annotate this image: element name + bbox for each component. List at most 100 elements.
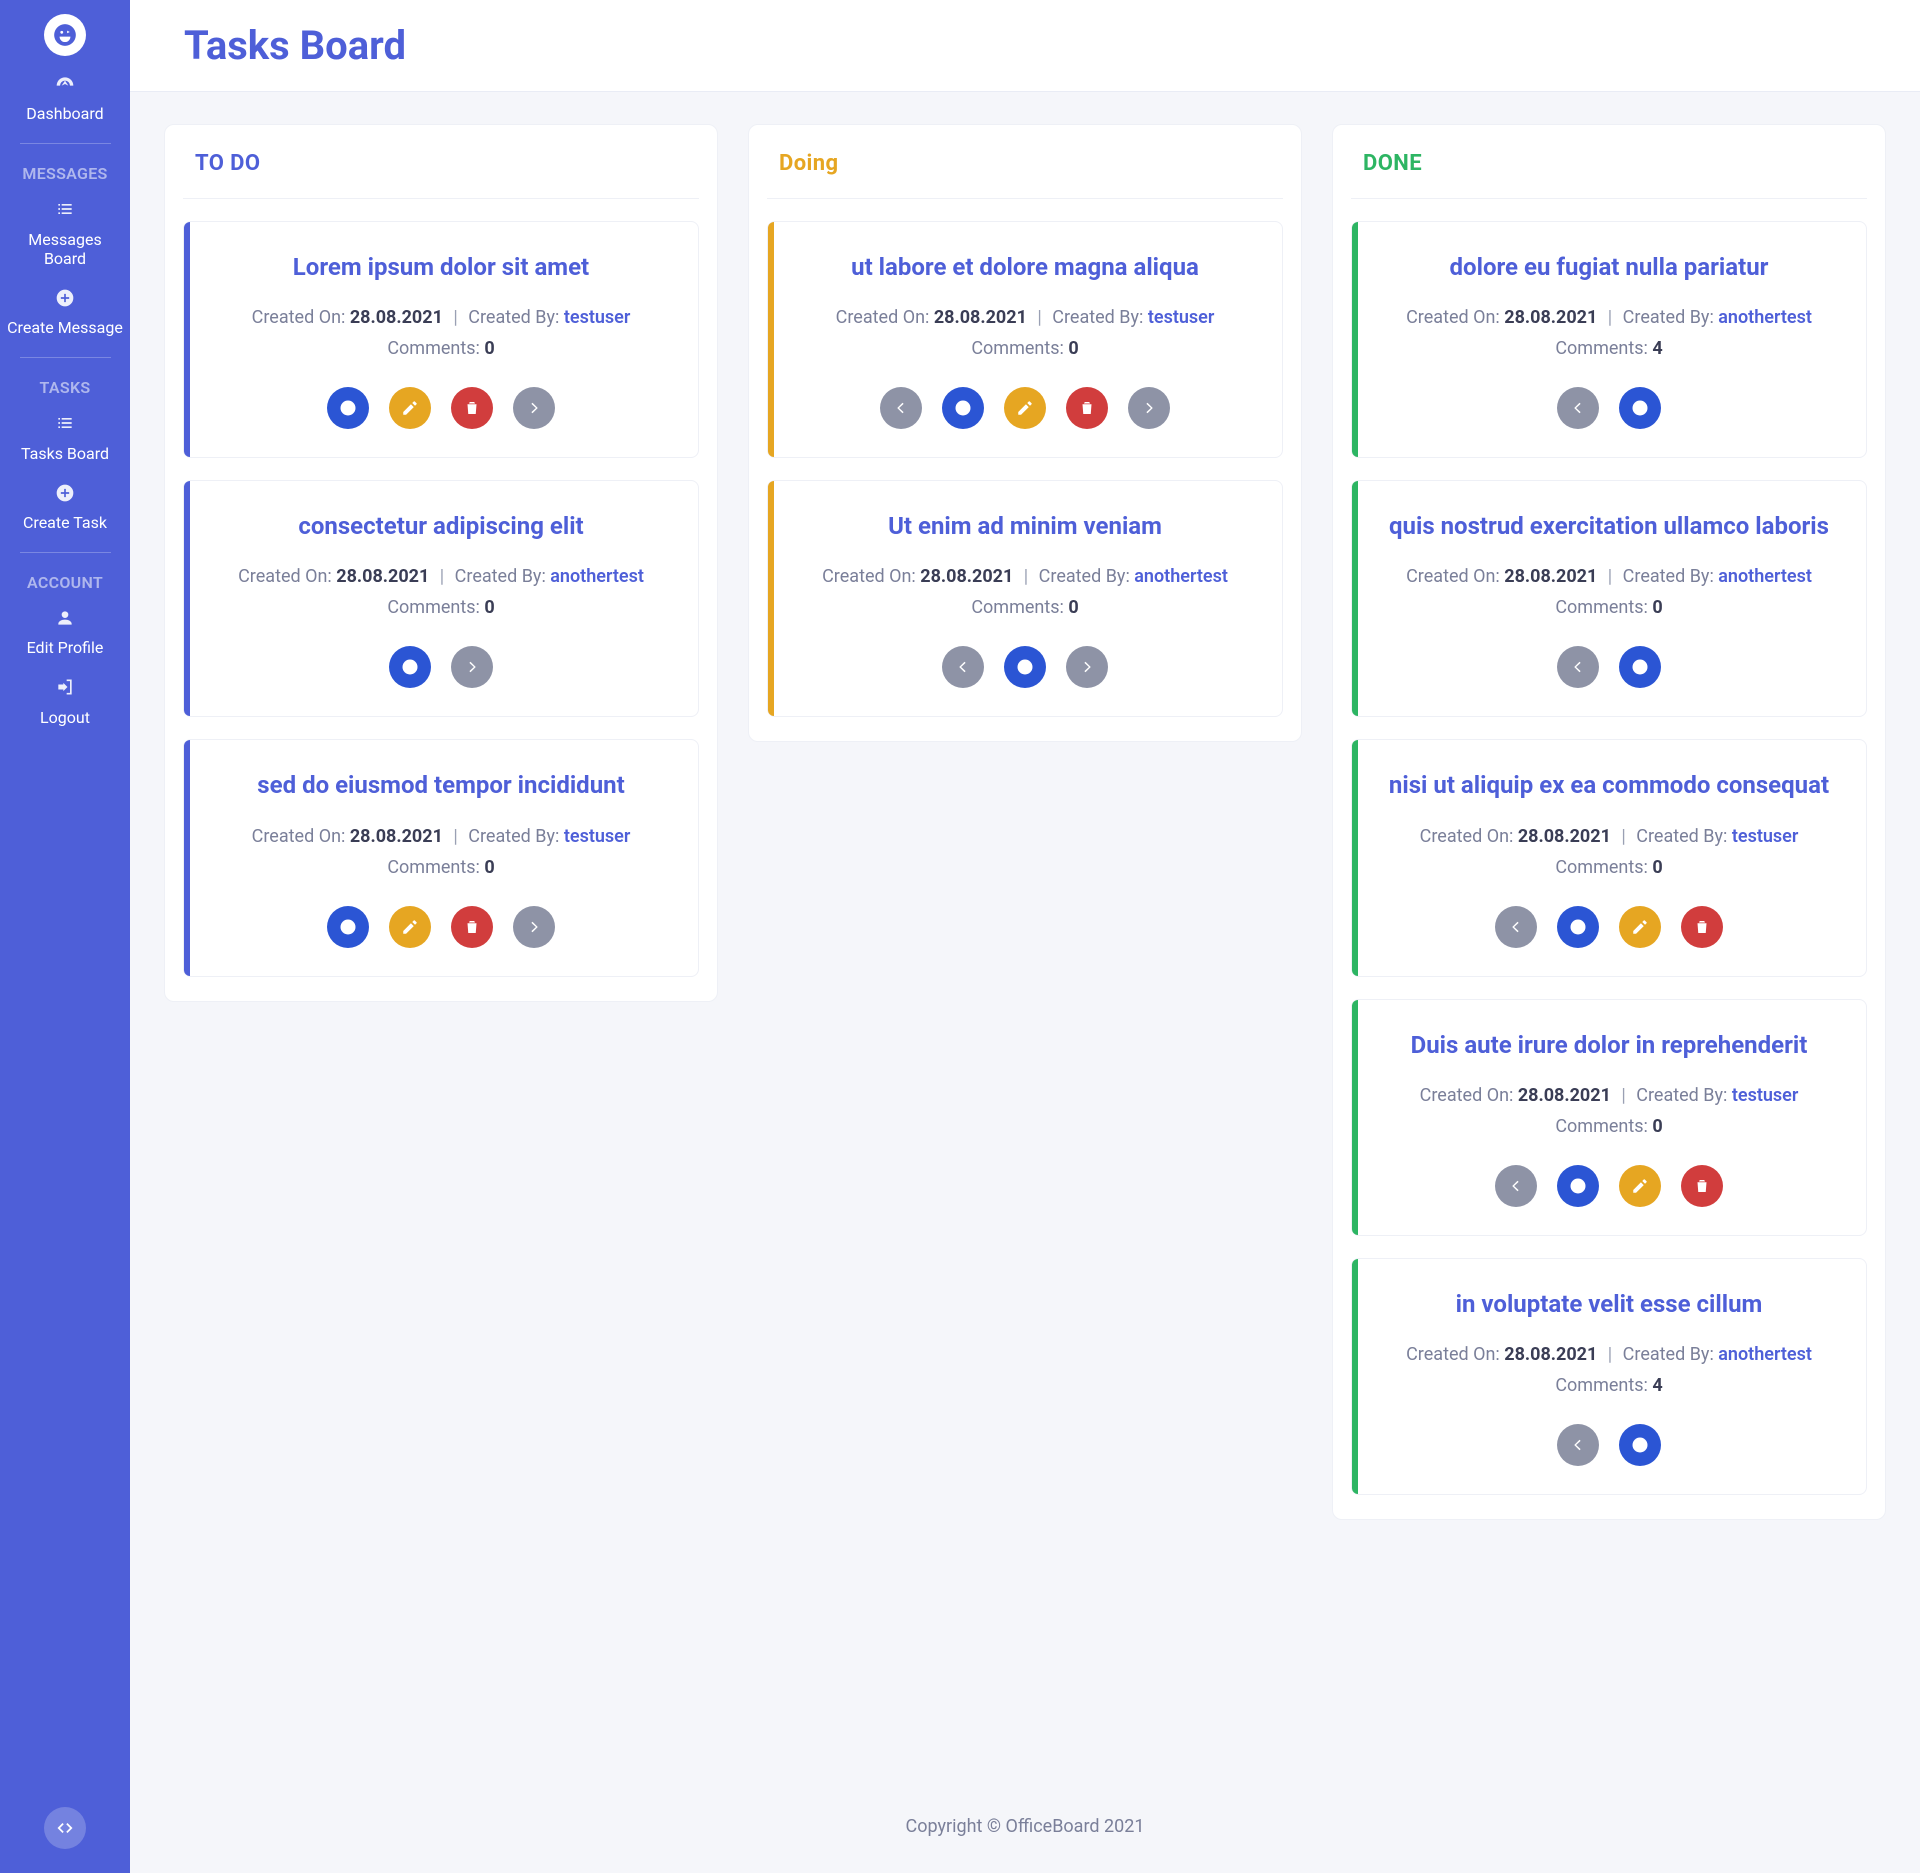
delete-button[interactable] <box>451 387 493 429</box>
trash-icon <box>1693 918 1711 936</box>
right-icon <box>525 918 543 936</box>
task-title[interactable]: nisi ut aliquip ex ea commodo consequat <box>1380 770 1838 801</box>
sidebar-section-tasks: TASKS <box>40 378 91 397</box>
created-on-label: Created On: <box>1420 826 1518 847</box>
sidebar-item-label: Logout <box>40 708 90 727</box>
task-meta: Created On: 28.08.2021 | Created By: ano… <box>212 566 670 587</box>
edit-icon <box>1016 399 1034 417</box>
info-button[interactable] <box>327 906 369 948</box>
sidebar-item-create-task[interactable]: Create Task <box>0 475 130 544</box>
move-prev-button[interactable] <box>1557 1424 1599 1466</box>
move-prev-button[interactable] <box>1495 1165 1537 1207</box>
task-title[interactable]: dolore eu fugiat nulla pariatur <box>1380 252 1838 283</box>
move-prev-button[interactable] <box>942 646 984 688</box>
comments-label: Comments: <box>971 338 1068 359</box>
info-button[interactable] <box>1619 387 1661 429</box>
task-title[interactable]: Ut enim ad minim veniam <box>796 511 1254 542</box>
info-button[interactable] <box>1557 1165 1599 1207</box>
task-comments: Comments: 0 <box>1380 597 1838 618</box>
info-button[interactable] <box>389 646 431 688</box>
right-icon <box>1078 658 1096 676</box>
edit-button[interactable] <box>1004 387 1046 429</box>
info-button[interactable] <box>1619 646 1661 688</box>
sidebar-section-account: ACCOUNT <box>27 573 103 592</box>
edit-icon <box>401 918 419 936</box>
task-date: 28.08.2021 <box>1504 1344 1597 1365</box>
task-title[interactable]: in voluptate velit esse cillum <box>1380 1289 1838 1320</box>
delete-button[interactable] <box>1681 906 1723 948</box>
task-user[interactable]: testuser <box>1732 1085 1799 1106</box>
task-comments: Comments: 0 <box>796 338 1254 359</box>
delete-button[interactable] <box>451 906 493 948</box>
info-icon <box>1631 1436 1649 1454</box>
task-meta: Created On: 28.08.2021 | Created By: tes… <box>796 307 1254 328</box>
task-title[interactable]: Lorem ipsum dolor sit amet <box>212 252 670 283</box>
task-user[interactable]: anothertest <box>1718 566 1812 587</box>
move-next-button[interactable] <box>451 646 493 688</box>
task-comments: Comments: 0 <box>212 338 670 359</box>
task-user[interactable]: anothertest <box>1134 566 1228 587</box>
task-date: 28.08.2021 <box>1504 566 1597 587</box>
edit-button[interactable] <box>1619 1165 1661 1207</box>
info-icon <box>1016 658 1034 676</box>
left-icon <box>892 399 910 417</box>
move-next-button[interactable] <box>513 906 555 948</box>
created-by-label: Created By: <box>1623 566 1719 587</box>
sidebar-item-logout[interactable]: Logout <box>0 669 130 738</box>
task-user[interactable]: testuser <box>1732 826 1799 847</box>
info-button[interactable] <box>1557 906 1599 948</box>
edit-button[interactable] <box>389 906 431 948</box>
task-title[interactable]: ut labore et dolore magna aliqua <box>796 252 1254 283</box>
footer: Copyright © OfficeBoard 2021 <box>130 1788 1920 1873</box>
sidebar-toggle-button[interactable] <box>44 1807 86 1849</box>
task-user[interactable]: testuser <box>564 307 631 328</box>
task-user[interactable]: anothertest <box>1718 1344 1812 1365</box>
info-button[interactable] <box>327 387 369 429</box>
task-user[interactable]: testuser <box>564 826 631 847</box>
trash-icon <box>463 399 481 417</box>
task-card: consectetur adipiscing elit Created On: … <box>183 480 699 717</box>
task-date: 28.08.2021 <box>934 307 1027 328</box>
task-title[interactable]: sed do eiusmod tempor incididunt <box>212 770 670 801</box>
info-button[interactable] <box>1004 646 1046 688</box>
move-next-button[interactable] <box>1066 646 1108 688</box>
task-user[interactable]: testuser <box>1148 307 1215 328</box>
info-button[interactable] <box>1619 1424 1661 1466</box>
info-button[interactable] <box>942 387 984 429</box>
sidebar-item-label: Edit Profile <box>27 638 104 657</box>
task-title[interactable]: Duis aute irure dolor in reprehenderit <box>1380 1030 1838 1061</box>
meta-separator: | <box>1602 1344 1618 1365</box>
task-card: quis nostrud exercitation ullamco labori… <box>1351 480 1867 717</box>
task-card: Ut enim ad minim veniam Created On: 28.0… <box>767 480 1283 717</box>
move-prev-button[interactable] <box>1557 646 1599 688</box>
edit-button[interactable] <box>1619 906 1661 948</box>
meta-separator: | <box>447 307 463 328</box>
comments-label: Comments: <box>387 857 484 878</box>
sidebar-item-tasks-board[interactable]: Tasks Board <box>0 405 130 474</box>
info-icon <box>1631 399 1649 417</box>
task-user[interactable]: anothertest <box>550 566 644 587</box>
info-icon <box>954 399 972 417</box>
move-prev-button[interactable] <box>880 387 922 429</box>
task-title[interactable]: consectetur adipiscing elit <box>212 511 670 542</box>
columns: TO DO Lorem ipsum dolor sit amet Created… <box>164 124 1886 1520</box>
delete-button[interactable] <box>1066 387 1108 429</box>
comments-count: 0 <box>484 857 494 878</box>
move-next-button[interactable] <box>513 387 555 429</box>
sidebar-item-dashboard[interactable]: Dashboard <box>0 66 130 135</box>
created-by-label: Created By: <box>1052 307 1148 328</box>
task-user[interactable]: anothertest <box>1718 307 1812 328</box>
move-prev-button[interactable] <box>1557 387 1599 429</box>
move-prev-button[interactable] <box>1495 906 1537 948</box>
task-title[interactable]: quis nostrud exercitation ullamco labori… <box>1380 511 1838 542</box>
edit-button[interactable] <box>389 387 431 429</box>
move-next-button[interactable] <box>1128 387 1170 429</box>
sidebar-item-edit-profile[interactable]: Edit Profile <box>0 600 130 669</box>
app-logo[interactable] <box>44 14 86 56</box>
task-date: 28.08.2021 <box>350 307 443 328</box>
left-icon <box>1569 1436 1587 1454</box>
delete-button[interactable] <box>1681 1165 1723 1207</box>
sidebar-item-messages-board[interactable]: Messages Board <box>0 191 130 280</box>
sidebar-item-label: Tasks Board <box>21 444 109 463</box>
sidebar-item-create-message[interactable]: Create Message <box>0 280 130 349</box>
